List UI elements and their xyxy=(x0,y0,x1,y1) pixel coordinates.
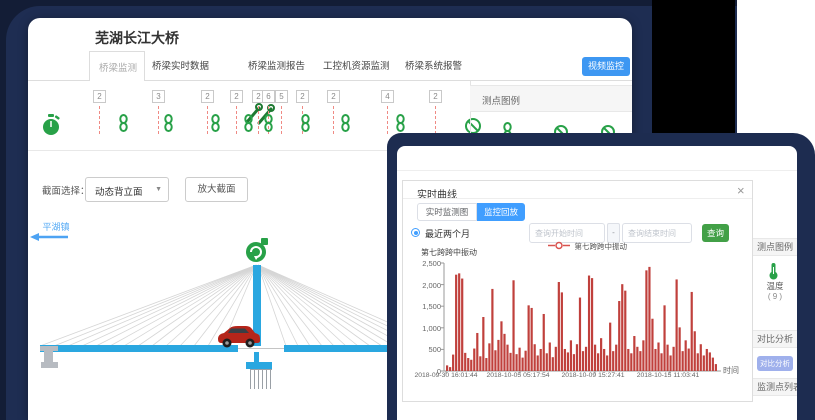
query-button[interactable]: 查询 xyxy=(702,224,729,242)
bridge-pier-footing xyxy=(250,369,272,389)
chain-sensor-icon xyxy=(162,114,175,132)
sensor-drop-line xyxy=(281,106,282,134)
section-select-value: 动态背立面 xyxy=(95,184,143,198)
bridge-pier-cap xyxy=(246,362,272,369)
range-separator: - xyxy=(607,223,620,243)
sensor-drop-line xyxy=(207,106,208,134)
section-select-dropdown[interactable]: 动态背立面 ▼ xyxy=(85,177,169,202)
chart-legend[interactable]: 第七跨跨中振动 xyxy=(548,241,627,250)
sensor-drop-line xyxy=(236,106,237,134)
sensor-count-badge: 5 xyxy=(275,90,288,103)
x-tick-label: 2018-10-15 11:03:41 xyxy=(626,372,710,379)
start-time-input[interactable] xyxy=(529,223,605,243)
sensor-drop-line xyxy=(99,106,100,134)
abutment-stem xyxy=(44,351,53,362)
sensor-drop-line xyxy=(387,106,388,134)
tab-realtime-graph[interactable]: 实时监测图 xyxy=(417,203,477,221)
legend-panel-header: 测点图例 xyxy=(470,85,632,112)
redacted-black-region xyxy=(652,0,735,137)
y-tick-label: 500 xyxy=(403,345,441,354)
sensor-count-badge: 2 xyxy=(327,90,340,103)
sensor-count-badge: 3 xyxy=(152,90,165,103)
radio-last-two-months[interactable] xyxy=(411,228,420,237)
temperature-count: ( 9 ) xyxy=(753,292,797,301)
close-icon[interactable]: × xyxy=(737,183,745,198)
legend-label: 第七跨跨中振动 xyxy=(574,242,627,251)
legend-panel-title: 测点图例 xyxy=(482,93,520,107)
overlay-header-divider xyxy=(397,170,797,171)
legend-marker-icon xyxy=(548,241,570,250)
compare-analysis-button[interactable]: 对比分析 xyxy=(757,356,793,371)
thermometer-icon xyxy=(767,262,780,280)
enlarge-section-button[interactable]: 放大截面 xyxy=(185,177,248,202)
sensor-drop-line xyxy=(158,106,159,134)
sidebar-point-list-header: 监测点列表 xyxy=(753,378,797,396)
overlay-window: 实时曲线 × 实时监测图 监控回放 最近两个月 - 查询 第七跨跨中振动 第七跨… xyxy=(397,146,797,420)
x-tick-label: 2018-10-05 05:17:54 xyxy=(476,372,560,379)
y-tick-label: 1,500 xyxy=(403,302,441,311)
camera-rotate-icon[interactable] xyxy=(244,237,272,265)
radio-label: 最近两个月 xyxy=(425,227,470,240)
dialog-divider xyxy=(403,198,752,199)
temperature-label: 温度 xyxy=(753,280,797,292)
sensor-drop-line xyxy=(333,106,334,134)
car-image xyxy=(216,324,262,349)
chain-sensor-icon xyxy=(394,114,407,132)
y-tick-label: 2,000 xyxy=(403,281,441,290)
direction-label: 平湖镇 xyxy=(36,220,76,233)
vibration-bar-chart xyxy=(437,255,749,389)
chain-sensor-icon xyxy=(299,114,312,132)
chain-sensor-icon xyxy=(262,114,275,132)
x-axis-title: 时间 xyxy=(723,365,739,376)
chain-sensor-icon xyxy=(209,114,222,132)
sidebar-legend-header: 测点图例 xyxy=(753,238,797,256)
bridge-deck-left xyxy=(40,345,238,352)
sensor-count-badge: 2 xyxy=(296,90,309,103)
realtime-curve-dialog: 实时曲线 × 实时监测图 监控回放 最近两个月 - 查询 第七跨跨中振动 第七跨… xyxy=(402,180,753,402)
sensor-count-badge: 2 xyxy=(201,90,214,103)
chain-sensor-icon xyxy=(339,114,352,132)
chevron-down-icon: ▼ xyxy=(155,186,162,193)
y-tick-label: 1,000 xyxy=(403,324,441,333)
sensor-drop-line xyxy=(435,106,436,134)
bridge-tower-lower xyxy=(254,352,259,363)
chain-sensor-icon xyxy=(242,114,255,132)
stopwatch-icon xyxy=(40,113,62,139)
x-tick-label: 2018-10-09 15:27:41 xyxy=(551,372,635,379)
end-time-input[interactable] xyxy=(622,223,692,243)
y-tick-label: 2,500 xyxy=(403,259,441,268)
abutment-base xyxy=(41,362,58,368)
section-select-label: 截面选择： xyxy=(42,183,90,197)
tab-playback[interactable]: 监控回放 xyxy=(477,203,525,221)
sensor-count-badge: 2 xyxy=(230,90,243,103)
direction-arrow-icon xyxy=(30,233,68,241)
chain-sensor-icon xyxy=(117,114,130,132)
sensor-drop-line xyxy=(258,106,259,134)
sensor-count-badge: 2 xyxy=(93,90,106,103)
sensor-count-badge: 6 xyxy=(262,90,275,103)
sensor-count-badge: 2 xyxy=(429,90,442,103)
sidebar-compare-header: 对比分析 xyxy=(753,330,797,348)
sensor-count-badge: 4 xyxy=(381,90,394,103)
